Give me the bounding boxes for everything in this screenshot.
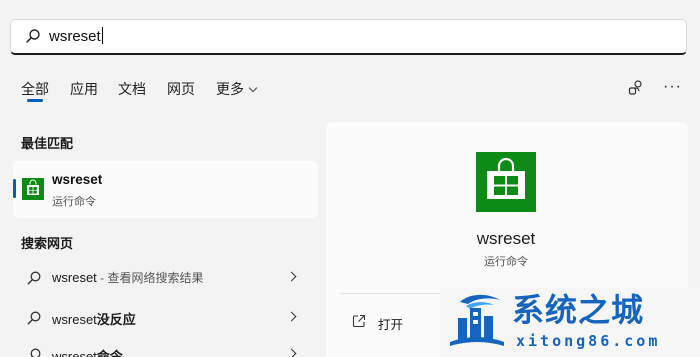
account-switch-icon[interactable] [627,79,645,97]
best-match-item[interactable] [13,161,318,218]
web-result-text: wsreset没反应 [52,309,136,328]
web-search-heading: 搜索网页 [21,236,74,251]
web-result-query: wsreset [52,270,97,285]
chevron-right-icon [286,271,297,282]
store-icon [476,152,536,212]
best-match-heading: 最佳匹配 [21,136,74,151]
search-icon [30,348,41,357]
web-result-row[interactable]: wsreset没反应 [22,303,312,333]
chevron-right-icon [286,348,297,357]
web-result-suffix: 命令 [96,349,123,357]
best-match-subtitle: 运行命令 [52,196,96,208]
detail-app-name: wsreset [476,229,536,249]
selection-indicator [13,179,16,198]
web-result-row[interactable]: wsreset - 查看网络搜索结果 [22,263,312,293]
search-input[interactable]: wsreset [49,27,103,47]
chevron-right-icon [286,311,297,322]
detail-app-subtitle-text: 运行命令 [484,256,528,268]
open-action-label[interactable]: 打开 [378,314,403,333]
detail-app-name-text: wsreset [476,229,536,248]
tab-active-indicator [27,99,43,102]
search-box[interactable] [10,19,687,55]
tab-more-label: 更多 [216,81,244,97]
web-result-suffix: - 查看网络搜索结果 [96,271,204,285]
tab-apps[interactable]: 应用 [70,80,98,98]
web-result-text: wsreset - 查看网络搜索结果 [52,269,203,286]
search-icon [27,311,41,325]
tab-all[interactable]: 全部 [21,80,49,98]
search-query: wsreset [49,28,101,45]
text-caret [101,27,103,44]
open-external-icon[interactable] [352,314,366,328]
web-result-row[interactable]: wsreset命令 [22,340,312,357]
tab-documents[interactable]: 文档 [118,80,146,98]
watermark-url: xitong86.com [516,332,661,350]
search-icon [27,271,41,285]
search-icon [26,29,40,43]
watermark-title: 系统之城 [512,291,645,329]
chevron-down-icon [248,83,258,93]
detail-app-subtitle: 运行命令 [476,253,536,269]
web-result-query: wsreset [52,312,97,327]
tab-more[interactable]: 更多 [216,80,258,98]
web-result-suffix: 没反应 [96,312,136,327]
more-options-icon[interactable]: ··· [663,79,682,95]
store-icon [22,178,44,200]
best-match-name: wsreset [52,172,103,187]
web-result-text: wsreset命令 [52,346,123,357]
watermark-logo-icon [450,294,504,346]
tab-web[interactable]: 网页 [167,80,195,98]
web-result-query: wsreset [52,349,97,357]
